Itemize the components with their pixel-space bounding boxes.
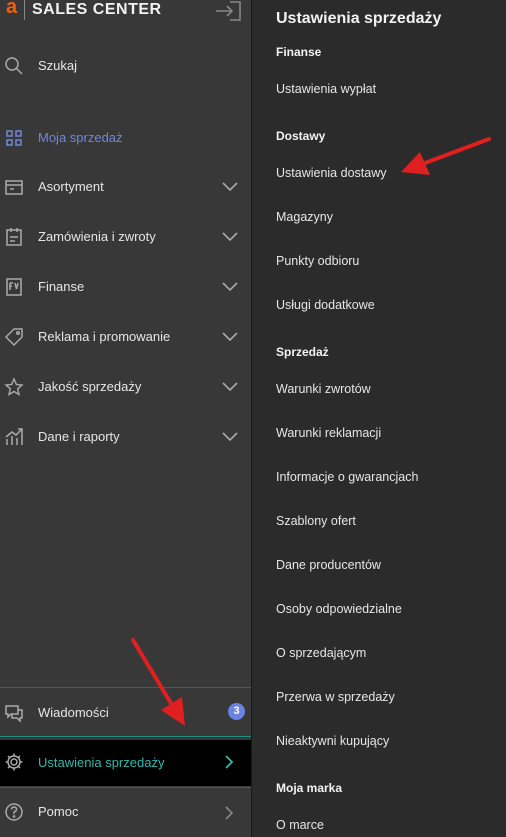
search-label: Szukaj bbox=[38, 58, 78, 73]
search-item[interactable]: Szukaj bbox=[0, 46, 251, 86]
sidebar-item-zamowienia[interactable]: Zamówienia i zwroty bbox=[0, 217, 251, 257]
section-heading-sprzedaz: Sprzedaż bbox=[276, 345, 329, 359]
link-o-sprzedajacym[interactable]: O sprzedającym bbox=[276, 646, 366, 660]
sidebar-item-label: Wiadomości bbox=[38, 705, 109, 720]
link-dane-producentow[interactable]: Dane producentów bbox=[276, 558, 381, 572]
link-uslugi-dodatkowe[interactable]: Usługi dodatkowe bbox=[276, 298, 375, 312]
link-szablony-ofert[interactable]: Szablony ofert bbox=[276, 514, 356, 528]
link-punkty-odbioru[interactable]: Punkty odbioru bbox=[276, 254, 359, 268]
link-osoby-odpowiedzialne[interactable]: Osoby odpowiedzialne bbox=[276, 602, 402, 616]
star-icon bbox=[4, 377, 24, 397]
divider bbox=[0, 787, 251, 788]
sidebar-item-moja-sprzedaz[interactable]: Moja sprzedaż bbox=[0, 118, 251, 158]
sidebar-item-ustawienia[interactable]: Ustawienia sprzedaży bbox=[0, 740, 251, 786]
sidebar-item-pomoc[interactable]: Pomoc bbox=[0, 792, 251, 832]
chevron-down-icon bbox=[220, 430, 240, 444]
sidebar-item-asortyment[interactable]: Asortyment bbox=[0, 167, 251, 207]
sidebar-item-label: Jakość sprzedaży bbox=[38, 379, 142, 394]
sidebar-item-jakosc[interactable]: Jakość sprzedaży bbox=[0, 367, 251, 407]
settings-panel: Ustawienia sprzedaży Finanse Ustawienia … bbox=[252, 0, 506, 837]
link-ustawienia-wyplat[interactable]: Ustawienia wypłat bbox=[276, 82, 376, 96]
link-informacje-o-gwarancjach[interactable]: Informacje o gwarancjach bbox=[276, 470, 418, 484]
search-icon bbox=[4, 56, 24, 76]
link-o-marce[interactable]: O marce bbox=[276, 818, 324, 832]
divider bbox=[0, 736, 251, 737]
chevron-down-icon bbox=[220, 280, 240, 294]
link-nieaktywni-kupujacy[interactable]: Nieaktywni kupujący bbox=[276, 734, 389, 748]
store-icon bbox=[4, 177, 24, 197]
divider bbox=[0, 687, 251, 688]
brand: a SALES CENTER bbox=[0, 0, 251, 26]
sidebar-item-label: Finanse bbox=[38, 279, 85, 294]
sidebar: a SALES CENTER Szukaj Moja sprzedaż Asor… bbox=[0, 0, 251, 837]
sidebar-item-label: Asortyment bbox=[38, 179, 104, 194]
invoice-icon bbox=[4, 277, 24, 297]
brand-logo[interactable]: a bbox=[6, 0, 17, 19]
link-ustawienia-dostawy[interactable]: Ustawienia dostawy bbox=[276, 166, 386, 180]
section-heading-dostawy: Dostawy bbox=[276, 129, 326, 143]
chevron-down-icon bbox=[220, 230, 240, 244]
link-warunki-reklamacji[interactable]: Warunki reklamacji bbox=[276, 426, 381, 440]
chevron-right-icon bbox=[220, 805, 240, 820]
sidebar-item-wiadomosci[interactable]: Wiadomości bbox=[0, 693, 251, 733]
section-heading-finanse: Finanse bbox=[276, 45, 322, 59]
link-warunki-zwrotow[interactable]: Warunki zwrotów bbox=[276, 382, 371, 396]
gear-icon bbox=[4, 752, 24, 772]
chart-growth-icon bbox=[4, 427, 24, 447]
messages-icon bbox=[4, 703, 24, 723]
brand-separator bbox=[24, 0, 25, 20]
sidebar-item-reklama[interactable]: Reklama i promowanie bbox=[0, 317, 251, 357]
brand-name[interactable]: SALES CENTER bbox=[32, 1, 162, 19]
sidebar-item-label: Pomoc bbox=[38, 804, 79, 819]
sidebar-item-label: Moja sprzedaż bbox=[38, 130, 123, 145]
tag-icon bbox=[4, 327, 24, 347]
chevron-down-icon bbox=[220, 180, 240, 194]
sidebar-item-label: Reklama i promowanie bbox=[38, 329, 171, 344]
dashboard-grid-icon bbox=[4, 128, 24, 148]
link-magazyny[interactable]: Magazyny bbox=[276, 210, 333, 224]
sidebar-item-label: Zamówienia i zwroty bbox=[38, 229, 156, 244]
section-heading-moja-marka: Moja marka bbox=[276, 781, 343, 795]
sidebar-item-label: Ustawienia sprzedaży bbox=[38, 755, 165, 770]
sidebar-item-finanse[interactable]: Finanse bbox=[0, 267, 251, 307]
collapse-sidebar-icon[interactable] bbox=[214, 0, 242, 22]
sidebar-item-dane[interactable]: Dane i raporty bbox=[0, 417, 251, 457]
messages-count-badge: 3 bbox=[228, 703, 245, 720]
chevron-right-icon bbox=[220, 754, 240, 769]
chevron-down-icon bbox=[220, 380, 240, 394]
orders-clipboard-icon bbox=[4, 227, 24, 247]
help-icon bbox=[4, 802, 24, 822]
panel-title: Ustawienia sprzedaży bbox=[276, 10, 442, 27]
link-przerwa-w-sprzedazy[interactable]: Przerwa w sprzedaży bbox=[276, 690, 395, 704]
sidebar-item-label: Dane i raporty bbox=[38, 429, 120, 444]
chevron-down-icon bbox=[220, 330, 240, 344]
